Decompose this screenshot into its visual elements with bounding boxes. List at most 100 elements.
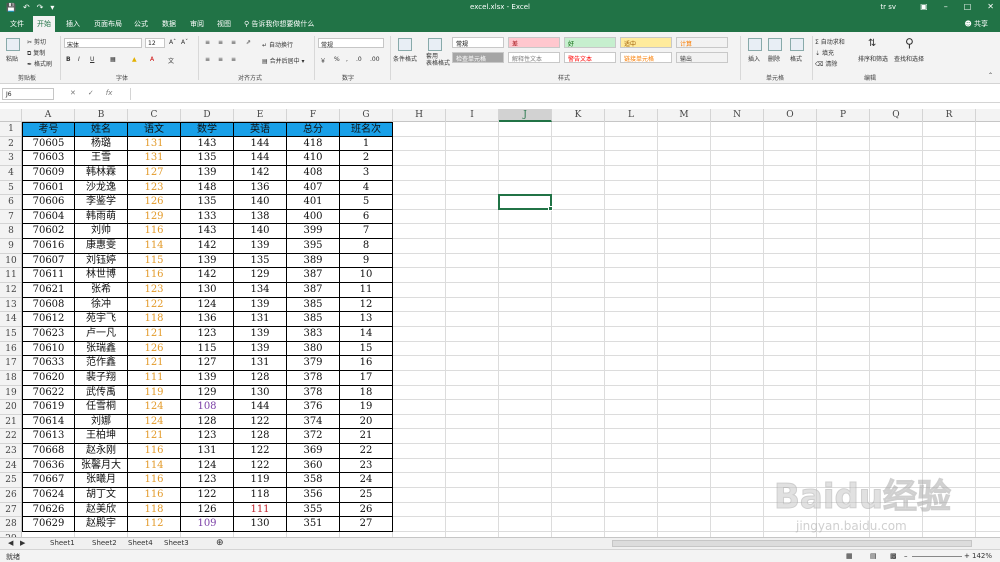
tab-home[interactable]: 开始 [33,16,55,32]
data-cell-d11[interactable]: 142 [181,268,234,284]
data-cell-f7[interactable]: 400 [287,209,340,225]
data-cell-f11[interactable]: 387 [287,268,340,284]
border-icon[interactable]: ▦ [110,56,116,63]
header-cell-f[interactable]: 总分 [287,122,340,137]
data-cell-d28[interactable]: 109 [181,517,234,532]
data-cell-c15[interactable]: 121 [128,326,181,342]
insert-function-icon[interactable]: fx [106,89,113,97]
align-right-icon[interactable]: ≡ [231,56,236,63]
row-header-10[interactable]: 10 [0,254,21,269]
format-cells-button[interactable]: 格式 [790,54,802,63]
italic-icon[interactable]: I [78,56,80,63]
share-button[interactable]: ☻ 共享 [964,19,988,29]
wrap-text-button[interactable]: ↵ 自动换行 [262,40,293,49]
data-cell-d19[interactable]: 129 [181,385,234,401]
data-cell-g17[interactable]: 16 [340,356,393,371]
data-cell-e4[interactable]: 142 [234,165,287,181]
column-header-i[interactable]: I [446,109,499,122]
data-cell-b25[interactable]: 张曦月 [75,473,128,488]
tab-file[interactable]: 文件 [10,19,24,29]
data-cell-a16[interactable]: 70610 [22,341,75,357]
data-cell-e13[interactable]: 139 [234,297,287,313]
tab-data[interactable]: 数据 [162,19,176,29]
data-cell-f4[interactable]: 408 [287,165,340,181]
data-cell-d26[interactable]: 122 [181,488,234,503]
row-header-14[interactable]: 14 [0,312,21,327]
row-header-13[interactable]: 13 [0,298,21,313]
row-header-9[interactable]: 9 [0,239,21,254]
data-cell-b16[interactable]: 张瑞鑫 [75,341,128,357]
data-cell-g20[interactable]: 19 [340,400,393,415]
data-cell-e16[interactable]: 139 [234,341,287,357]
cancel-icon[interactable]: ✕ [70,89,76,97]
data-cell-e24[interactable]: 122 [234,458,287,474]
row-header-1[interactable]: 1 [0,122,21,137]
name-box[interactable]: J6 [2,88,54,100]
data-cell-g22[interactable]: 21 [340,429,393,445]
cell-style-7[interactable]: 解释性文本 [508,52,560,63]
data-cell-a22[interactable]: 70613 [22,429,75,445]
data-cell-a7[interactable]: 70604 [22,209,75,225]
tab-formulas[interactable]: 公式 [134,19,148,29]
tab-view[interactable]: 视图 [217,19,231,29]
column-header-e[interactable]: E [234,109,287,122]
data-cell-c3[interactable]: 131 [128,151,181,166]
data-cell-a10[interactable]: 70607 [22,253,75,269]
tab-page-layout[interactable]: 页面布局 [94,19,122,29]
data-cell-c25[interactable]: 116 [128,473,181,488]
data-cell-f23[interactable]: 369 [287,444,340,459]
data-cell-a13[interactable]: 70608 [22,297,75,313]
zoom-level[interactable]: 142% [972,552,992,560]
data-cell-d2[interactable]: 143 [181,136,234,152]
data-cell-c6[interactable]: 126 [128,195,181,210]
header-cell-a[interactable]: 考号 [22,122,75,137]
data-cell-f24[interactable]: 360 [287,458,340,474]
data-cell-g16[interactable]: 15 [340,341,393,357]
zoom-in-icon[interactable]: + [964,552,970,560]
data-cell-a11[interactable]: 70611 [22,268,75,284]
data-cell-g3[interactable]: 2 [340,151,393,166]
data-cell-g10[interactable]: 9 [340,253,393,269]
data-cell-e23[interactable]: 122 [234,444,287,459]
find-icon[interactable]: ⚲ [905,36,914,50]
data-cell-b20[interactable]: 任雪桐 [75,400,128,415]
data-cell-d4[interactable]: 139 [181,165,234,181]
cell-style-8[interactable]: 警告文本 [564,52,616,63]
data-cell-b2[interactable]: 杨璐 [75,136,128,152]
cell-style-10[interactable]: 输出 [676,52,728,63]
orientation-icon[interactable]: ⇗ [246,39,251,46]
data-cell-g26[interactable]: 25 [340,488,393,503]
data-cell-e6[interactable]: 140 [234,195,287,210]
data-cell-f2[interactable]: 418 [287,136,340,152]
data-cell-a4[interactable]: 70609 [22,165,75,181]
formula-input[interactable] [130,88,996,100]
font-name-select[interactable]: 宋体 [64,38,142,49]
data-cell-d5[interactable]: 148 [181,180,234,196]
data-cell-b3[interactable]: 王雪 [75,151,128,166]
data-cell-e22[interactable]: 128 [234,429,287,445]
paste-button[interactable]: 粘贴 [6,54,18,63]
data-cell-b11[interactable]: 林世博 [75,268,128,284]
data-cell-d7[interactable]: 133 [181,209,234,225]
zoom-slider[interactable] [912,556,962,557]
header-cell-e[interactable]: 英语 [234,122,287,137]
data-cell-g4[interactable]: 3 [340,165,393,181]
insert-cells-icon[interactable] [748,38,762,51]
data-cell-b8[interactable]: 刘帅 [75,224,128,240]
page-break-view-icon[interactable]: ▩ [890,552,897,560]
tell-me-search[interactable]: ⚲ 告诉我你想要做什么 [244,19,314,29]
collapse-ribbon-icon[interactable]: ⌃ [988,72,993,79]
data-cell-a3[interactable]: 70603 [22,151,75,166]
data-cell-e9[interactable]: 139 [234,239,287,254]
data-cell-a26[interactable]: 70624 [22,488,75,503]
data-cell-d10[interactable]: 139 [181,253,234,269]
data-cell-b22[interactable]: 王柏坤 [75,429,128,445]
data-cell-c18[interactable]: 111 [128,370,181,386]
data-cell-a14[interactable]: 70612 [22,312,75,327]
cell-style-5[interactable]: 计算 [676,37,728,48]
data-cell-b19[interactable]: 武传禹 [75,385,128,401]
ribbon-display-icon[interactable]: ▣ [920,2,928,11]
data-cell-g12[interactable]: 11 [340,283,393,298]
data-cell-f13[interactable]: 385 [287,297,340,313]
data-cell-c27[interactable]: 118 [128,502,181,518]
